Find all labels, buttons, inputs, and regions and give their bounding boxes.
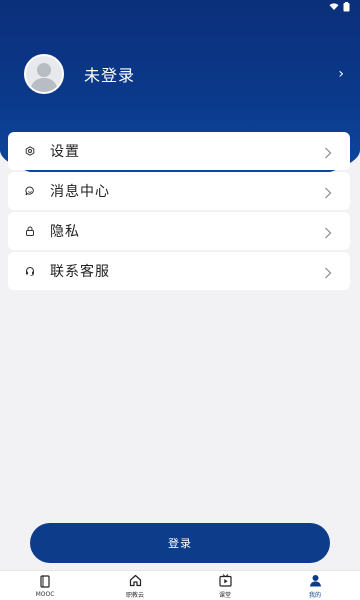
default-avatar-icon [30,63,58,92]
tab-label: 职教云 [125,592,144,599]
book-icon [39,573,51,589]
chevron-right-icon [324,224,336,239]
menu-item-label: 设置 [50,144,80,160]
chevron-right-icon [324,144,336,159]
login-button[interactable]: 登录 [30,523,330,563]
wifi-icon [329,3,339,10]
status-bar [0,0,360,14]
tab-mine[interactable]: 我的 [285,572,345,599]
play-icon [218,572,232,588]
bottom-tab-bar: MOOC 职教云 课堂 我的 [0,570,360,600]
tab-zhijiaoyun[interactable]: 职教云 [105,572,165,599]
settings-menu: 设置 消息中心 隐私 联系客服 [8,132,350,292]
gear-icon [24,145,36,157]
menu-item-label: 联系客服 [50,264,110,280]
menu-item-label: 消息中心 [50,184,110,200]
menu-item-customer-service[interactable]: 联系客服 [8,252,350,290]
menu-item-privacy[interactable]: 隐私 [8,212,350,250]
menu-item-settings[interactable]: 设置 [8,132,350,170]
home-icon [129,572,142,588]
battery-icon [343,2,350,12]
user-icon [309,572,322,588]
chevron-right-icon[interactable]: › [328,66,344,82]
profile-row[interactable]: 未登录 › [24,52,344,96]
avatar[interactable] [24,54,64,94]
lock-icon [24,225,36,237]
menu-item-message-center[interactable]: 消息中心 [8,172,350,210]
tab-classroom[interactable]: 课堂 [195,572,255,599]
profile-name[interactable]: 未登录 [84,62,328,86]
tab-label: 我的 [308,592,321,599]
chevron-right-icon [324,264,336,279]
chat-icon [24,185,36,197]
tab-label: MOOC [35,591,55,598]
headset-icon [24,265,36,277]
tab-mooc[interactable]: MOOC [15,573,75,598]
menu-item-label: 隐私 [50,224,80,240]
chevron-right-icon [324,184,336,199]
tab-label: 课堂 [218,592,231,599]
